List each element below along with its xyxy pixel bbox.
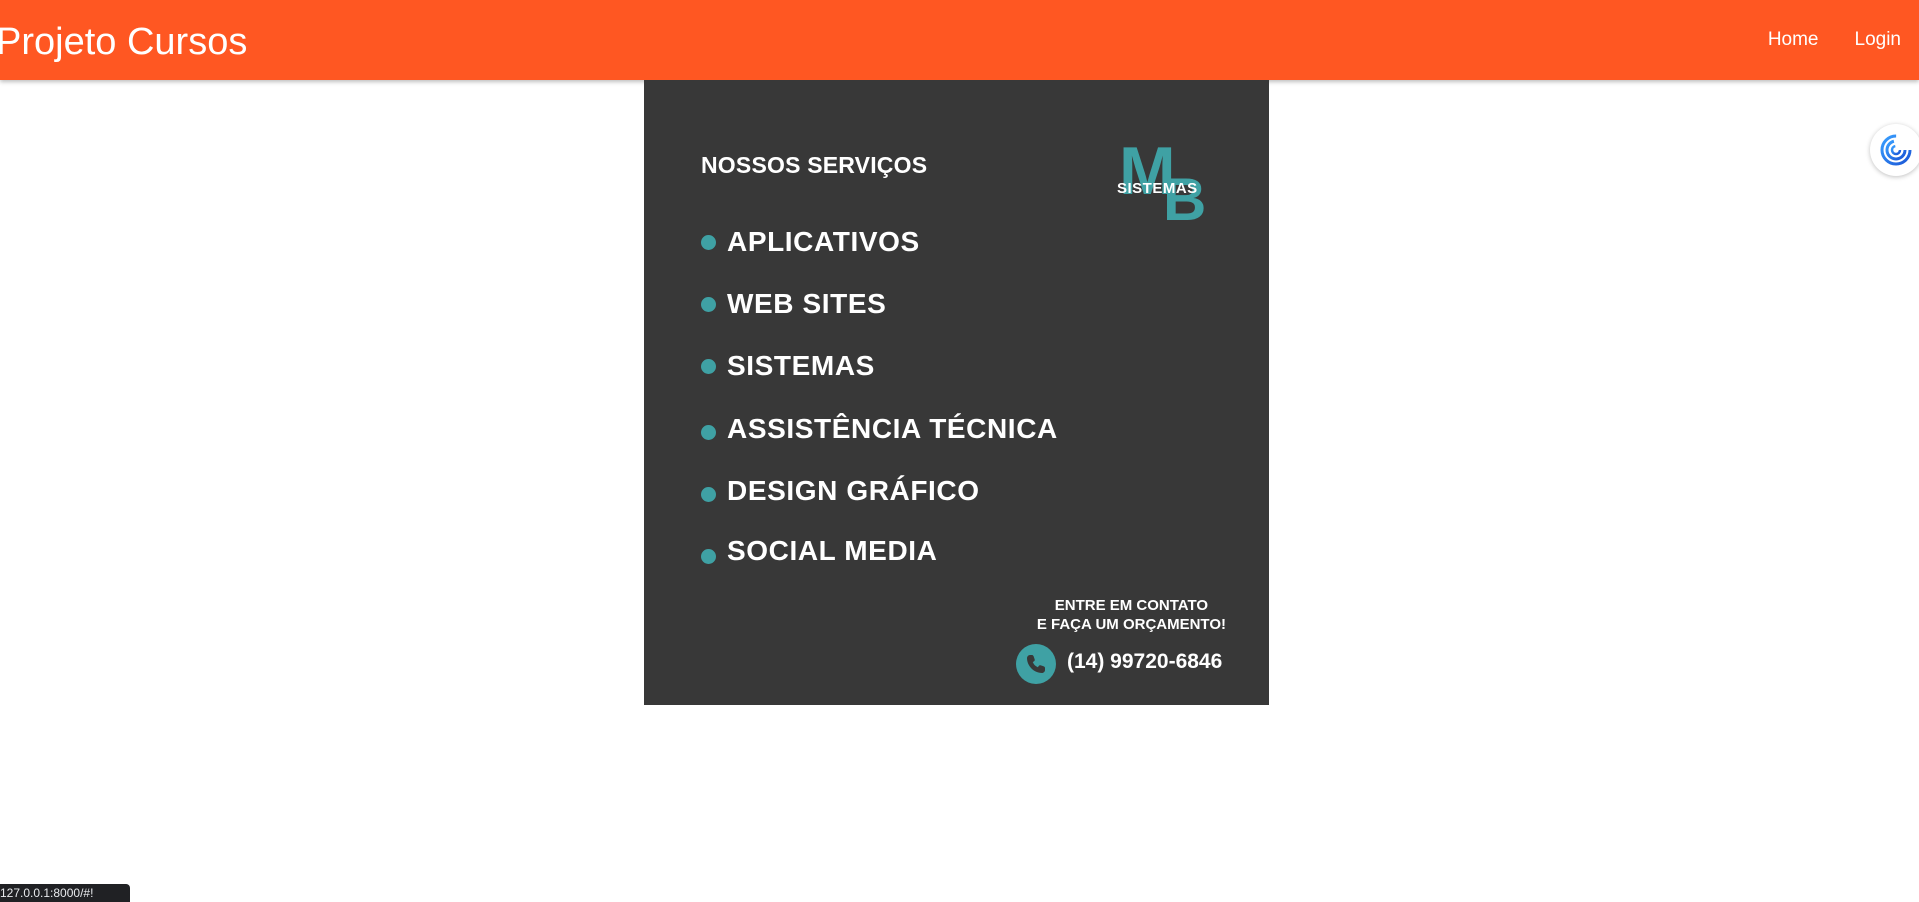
nav-links: Home Login (1768, 26, 1901, 54)
nav-link-login[interactable]: Login (1855, 26, 1902, 54)
service-label: DESIGN GRÁFICO (727, 475, 980, 506)
service-label: SISTEMAS (727, 350, 875, 381)
phone-number: (14) 99720-6846 (1067, 650, 1223, 673)
nav-link-home[interactable]: Home (1768, 26, 1819, 54)
mb-sistemas-logo: M B SISTEMAS (1117, 133, 1206, 226)
contact-call-to-action: ENTRE EM CONTATO E FAÇA UM ORÇAMENTO! (1037, 596, 1226, 634)
service-label: APLICATIVOS (727, 226, 920, 257)
bullet-icon (701, 549, 716, 564)
top-navbar: Projeto Cursos Home Login (0, 0, 1919, 80)
brand-link[interactable]: Projeto Cursos (0, 18, 247, 66)
cta-line-2: E FAÇA UM ORÇAMENTO! (1036, 616, 1226, 633)
service-label: SOCIAL MEDIA (727, 535, 938, 566)
service-label: WEB SITES (727, 288, 887, 319)
service-label: ASSISTÊNCIA TÉCNICA (727, 413, 1058, 444)
services-banner-image: NOSSOS SERVIÇOS M B SISTEMAS APLICATIVOS… (644, 80, 1269, 705)
phone-icon (1016, 644, 1056, 684)
bullet-icon (701, 359, 716, 374)
swirl-icon (1880, 134, 1912, 166)
floating-assistant-button[interactable] (1870, 124, 1919, 176)
bullet-icon (701, 487, 716, 502)
cta-line-1: ENTRE EM CONTATO (1054, 597, 1209, 614)
bullet-icon (701, 235, 716, 250)
banner-heading: NOSSOS SERVIÇOS (701, 152, 928, 178)
status-bar-url: 127.0.0.1:8000/#! (0, 884, 130, 902)
logo-tagline: SISTEMAS (1117, 180, 1198, 197)
bullet-icon (701, 297, 716, 312)
bullet-icon (701, 425, 716, 440)
